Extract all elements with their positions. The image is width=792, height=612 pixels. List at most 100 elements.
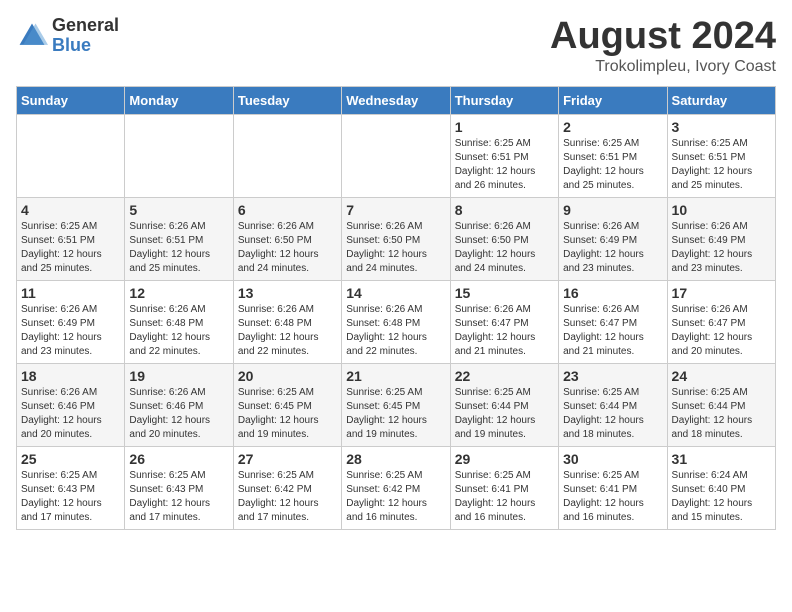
day-cell: 29 Sunrise: 6:25 AM Sunset: 6:41 PM Dayli… (450, 446, 558, 529)
day-info: Sunrise: 6:26 AM Sunset: 6:49 PM Dayligh… (672, 220, 771, 276)
day-cell: 14 Sunrise: 6:26 AM Sunset: 6:48 PM Dayli… (342, 280, 450, 363)
day-number: 14 (346, 285, 445, 301)
logo-text: General Blue (52, 16, 119, 56)
day-cell: 20 Sunrise: 6:25 AM Sunset: 6:45 PM Dayli… (233, 363, 341, 446)
day-number: 15 (455, 285, 554, 301)
day-number: 24 (672, 368, 771, 384)
day-info: Sunrise: 6:26 AM Sunset: 6:48 PM Dayligh… (129, 303, 228, 359)
day-cell: 6 Sunrise: 6:26 AM Sunset: 6:50 PM Daylig… (233, 197, 341, 280)
day-cell: 22 Sunrise: 6:25 AM Sunset: 6:44 PM Dayli… (450, 363, 558, 446)
day-cell: 4Sunrise: 6:25 AM Sunset: 6:51 PM Daylig… (17, 197, 125, 280)
logo-blue: Blue (52, 35, 91, 55)
day-info: Sunrise: 6:25 AM Sunset: 6:42 PM Dayligh… (238, 469, 337, 525)
header-friday: Friday (559, 86, 667, 114)
day-number: 18 (21, 368, 120, 384)
page-header: General Blue August 2024 Trokolimpleu, I… (16, 16, 776, 76)
day-info: Sunrise: 6:25 AM Sunset: 6:45 PM Dayligh… (238, 386, 337, 442)
day-info: Sunrise: 6:26 AM Sunset: 6:48 PM Dayligh… (346, 303, 445, 359)
day-number: 25 (21, 451, 120, 467)
header-saturday: Saturday (667, 86, 775, 114)
day-number: 20 (238, 368, 337, 384)
day-info: Sunrise: 6:24 AM Sunset: 6:40 PM Dayligh… (672, 469, 771, 525)
day-number: 9 (563, 202, 662, 218)
day-cell: 1 Sunrise: 6:25 AM Sunset: 6:51 PM Daylig… (450, 114, 558, 197)
day-number: 19 (129, 368, 228, 384)
day-info: Sunrise: 6:26 AM Sunset: 6:50 PM Dayligh… (346, 220, 445, 276)
day-cell: 7Sunrise: 6:26 AM Sunset: 6:50 PM Daylig… (342, 197, 450, 280)
day-number: 10 (672, 202, 771, 218)
day-number: 30 (563, 451, 662, 467)
day-cell: 25 Sunrise: 6:25 AM Sunset: 6:43 PM Dayli… (17, 446, 125, 529)
day-number: 23 (563, 368, 662, 384)
day-cell: 15Sunrise: 6:26 AM Sunset: 6:47 PM Dayli… (450, 280, 558, 363)
day-info: Sunrise: 6:25 AM Sunset: 6:43 PM Dayligh… (21, 469, 120, 525)
week-row-1: 1 Sunrise: 6:25 AM Sunset: 6:51 PM Daylig… (17, 114, 776, 197)
day-info: Sunrise: 6:25 AM Sunset: 6:44 PM Dayligh… (455, 386, 554, 442)
header-wednesday: Wednesday (342, 86, 450, 114)
day-cell: 17Sunrise: 6:26 AM Sunset: 6:47 PM Dayli… (667, 280, 775, 363)
day-number: 26 (129, 451, 228, 467)
day-number: 28 (346, 451, 445, 467)
day-cell: 30Sunrise: 6:25 AM Sunset: 6:41 PM Dayli… (559, 446, 667, 529)
day-cell: 3 Sunrise: 6:25 AM Sunset: 6:51 PM Daylig… (667, 114, 775, 197)
day-cell: 11 Sunrise: 6:26 AM Sunset: 6:49 PM Dayli… (17, 280, 125, 363)
day-number: 31 (672, 451, 771, 467)
day-info: Sunrise: 6:25 AM Sunset: 6:51 PM Dayligh… (672, 137, 771, 193)
logo: General Blue (16, 16, 119, 56)
day-number: 12 (129, 285, 228, 301)
day-info: Sunrise: 6:26 AM Sunset: 6:47 PM Dayligh… (563, 303, 662, 359)
header-monday: Monday (125, 86, 233, 114)
day-number: 13 (238, 285, 337, 301)
day-number: 2 (563, 119, 662, 135)
day-cell (342, 114, 450, 197)
day-cell: 26Sunrise: 6:25 AM Sunset: 6:43 PM Dayli… (125, 446, 233, 529)
week-row-3: 11 Sunrise: 6:26 AM Sunset: 6:49 PM Dayli… (17, 280, 776, 363)
header-tuesday: Tuesday (233, 86, 341, 114)
day-cell (125, 114, 233, 197)
day-info: Sunrise: 6:26 AM Sunset: 6:47 PM Dayligh… (672, 303, 771, 359)
day-number: 1 (455, 119, 554, 135)
day-cell: 5Sunrise: 6:26 AM Sunset: 6:51 PM Daylig… (125, 197, 233, 280)
header-thursday: Thursday (450, 86, 558, 114)
day-info: Sunrise: 6:25 AM Sunset: 6:51 PM Dayligh… (455, 137, 554, 193)
title-block: August 2024 Trokolimpleu, Ivory Coast (550, 16, 776, 76)
day-cell: 31 Sunrise: 6:24 AM Sunset: 6:40 PM Dayli… (667, 446, 775, 529)
week-row-2: 4Sunrise: 6:25 AM Sunset: 6:51 PM Daylig… (17, 197, 776, 280)
day-info: Sunrise: 6:26 AM Sunset: 6:49 PM Dayligh… (563, 220, 662, 276)
day-number: 11 (21, 285, 120, 301)
day-info: Sunrise: 6:25 AM Sunset: 6:44 PM Dayligh… (563, 386, 662, 442)
day-number: 4 (21, 202, 120, 218)
day-cell: 16Sunrise: 6:26 AM Sunset: 6:47 PM Dayli… (559, 280, 667, 363)
day-info: Sunrise: 6:25 AM Sunset: 6:41 PM Dayligh… (455, 469, 554, 525)
day-info: Sunrise: 6:26 AM Sunset: 6:50 PM Dayligh… (238, 220, 337, 276)
day-number: 22 (455, 368, 554, 384)
day-info: Sunrise: 6:25 AM Sunset: 6:51 PM Dayligh… (563, 137, 662, 193)
header-sunday: Sunday (17, 86, 125, 114)
day-cell: 2 Sunrise: 6:25 AM Sunset: 6:51 PM Daylig… (559, 114, 667, 197)
calendar-table: SundayMondayTuesdayWednesdayThursdayFrid… (16, 86, 776, 530)
day-cell: 19 Sunrise: 6:26 AM Sunset: 6:46 PM Dayli… (125, 363, 233, 446)
day-info: Sunrise: 6:26 AM Sunset: 6:46 PM Dayligh… (21, 386, 120, 442)
day-cell: 28Sunrise: 6:25 AM Sunset: 6:42 PM Dayli… (342, 446, 450, 529)
day-number: 5 (129, 202, 228, 218)
day-cell: 9 Sunrise: 6:26 AM Sunset: 6:49 PM Daylig… (559, 197, 667, 280)
day-cell: 23 Sunrise: 6:25 AM Sunset: 6:44 PM Dayli… (559, 363, 667, 446)
week-row-4: 18 Sunrise: 6:26 AM Sunset: 6:46 PM Dayli… (17, 363, 776, 446)
calendar-header-row: SundayMondayTuesdayWednesdayThursdayFrid… (17, 86, 776, 114)
day-number: 6 (238, 202, 337, 218)
day-info: Sunrise: 6:26 AM Sunset: 6:49 PM Dayligh… (21, 303, 120, 359)
day-info: Sunrise: 6:26 AM Sunset: 6:48 PM Dayligh… (238, 303, 337, 359)
day-info: Sunrise: 6:26 AM Sunset: 6:46 PM Dayligh… (129, 386, 228, 442)
day-number: 3 (672, 119, 771, 135)
day-number: 29 (455, 451, 554, 467)
day-cell: 10 Sunrise: 6:26 AM Sunset: 6:49 PM Dayli… (667, 197, 775, 280)
day-cell: 24Sunrise: 6:25 AM Sunset: 6:44 PM Dayli… (667, 363, 775, 446)
day-cell: 27 Sunrise: 6:25 AM Sunset: 6:42 PM Dayli… (233, 446, 341, 529)
day-cell: 12 Sunrise: 6:26 AM Sunset: 6:48 PM Dayli… (125, 280, 233, 363)
day-cell: 13 Sunrise: 6:26 AM Sunset: 6:48 PM Dayli… (233, 280, 341, 363)
day-number: 8 (455, 202, 554, 218)
day-cell (17, 114, 125, 197)
main-title: August 2024 (550, 16, 776, 58)
subtitle: Trokolimpleu, Ivory Coast (550, 58, 776, 76)
day-number: 27 (238, 451, 337, 467)
